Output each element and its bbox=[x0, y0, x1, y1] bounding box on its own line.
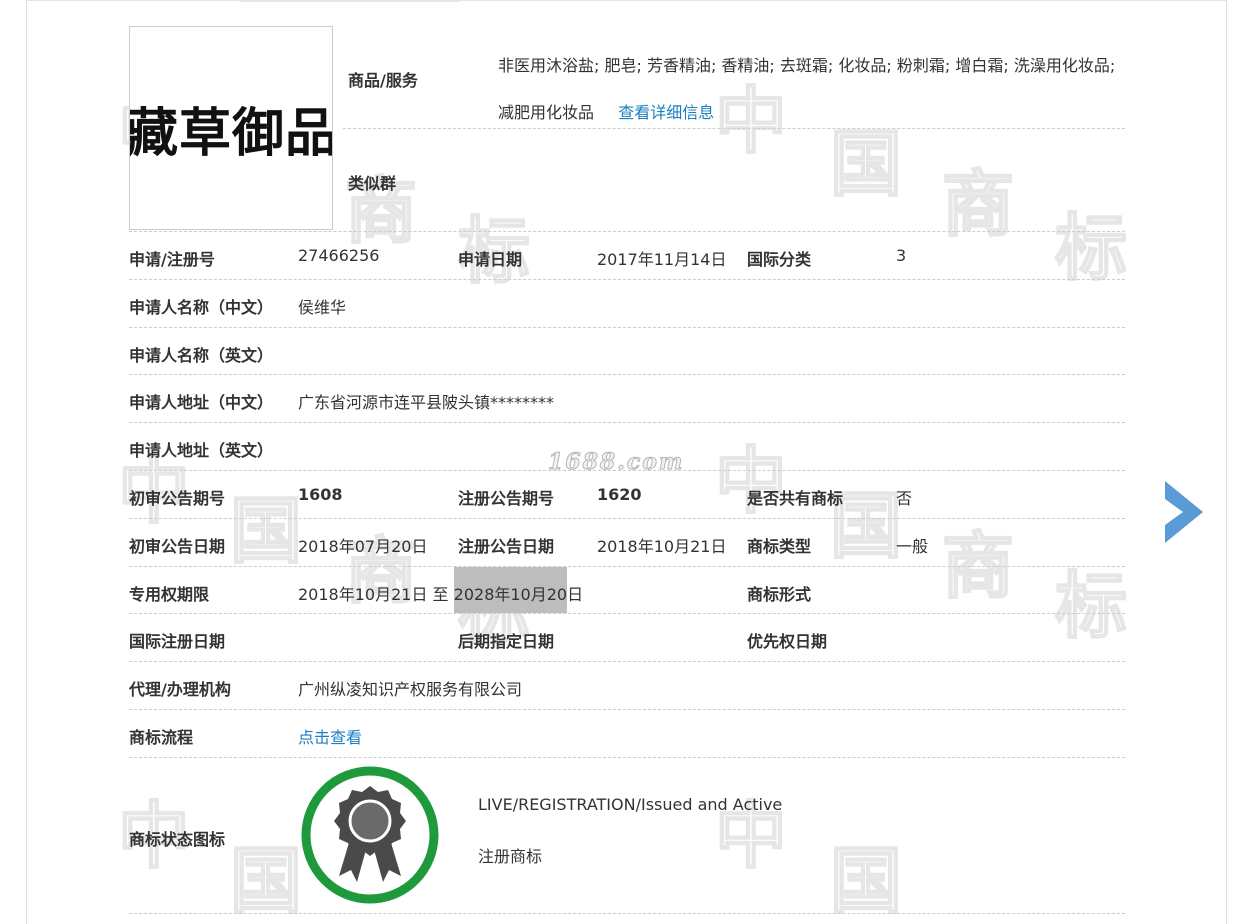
divider bbox=[343, 128, 1125, 129]
reg-announce-no-label: 注册公告期号 bbox=[458, 489, 555, 508]
later-designation-date-label: 后期指定日期 bbox=[458, 632, 555, 651]
process-view-link[interactable]: 点击查看 bbox=[298, 724, 362, 748]
apply-date-label: 申请日期 bbox=[458, 250, 523, 269]
intl-class-value: 3 bbox=[896, 246, 907, 265]
reg-announce-date-label: 注册公告日期 bbox=[458, 537, 555, 556]
divider bbox=[129, 613, 1125, 614]
applicant-name-cn-label: 申请人名称（中文） bbox=[129, 298, 274, 317]
period-start: 2018年10月21日 bbox=[298, 585, 428, 604]
mark-type-value: 一般 bbox=[896, 537, 929, 556]
divider bbox=[129, 913, 1125, 914]
goods-label: 商品/服务 bbox=[348, 71, 418, 90]
apply-date-value: 2017年11月14日 bbox=[597, 250, 727, 269]
shared-mark-label: 是否共有商标 bbox=[747, 489, 844, 508]
goods-list: 非医用沐浴盐; 肥皂; 芳香精油; 香精油; 去斑霜; 化妆品; 粉刺霜; 增白… bbox=[498, 42, 1120, 136]
view-details-link[interactable]: 查看详细信息 bbox=[618, 103, 714, 122]
trademark-logo-text: 藏草御品 bbox=[129, 102, 333, 164]
trademark-image: 藏草御品 bbox=[129, 26, 333, 230]
divider bbox=[129, 231, 1125, 232]
rights-period-label: 专用权期限 bbox=[129, 585, 210, 604]
similar-group-label: 类似群 bbox=[348, 174, 397, 193]
divider bbox=[129, 661, 1125, 662]
next-arrow-shape bbox=[1165, 481, 1203, 543]
goods-items: 非医用沐浴盐; 肥皂; 芳香精油; 香精油; 去斑霜; 化妆品; 粉刺霜; 增白… bbox=[498, 56, 1116, 122]
registered-medal-icon bbox=[301, 766, 439, 904]
prelim-announce-no-value: 1608 bbox=[298, 485, 343, 504]
status-text-cn: 注册商标 bbox=[478, 847, 543, 866]
applicant-address-en-label: 申请人地址（英文） bbox=[129, 441, 274, 460]
divider bbox=[129, 470, 1125, 471]
agent-value: 广州纵凌知识产权服务有限公司 bbox=[298, 680, 523, 699]
medal-center bbox=[348, 799, 392, 843]
prelim-announce-date-label: 初审公告日期 bbox=[129, 537, 226, 556]
divider bbox=[129, 518, 1125, 519]
divider bbox=[129, 327, 1125, 328]
status-icon-label: 商标状态图标 bbox=[129, 830, 226, 849]
intl-reg-date-label: 国际注册日期 bbox=[129, 632, 226, 651]
divider bbox=[129, 709, 1125, 710]
applicant-name-en-label: 申请人名称（英文） bbox=[129, 346, 274, 365]
intl-class-label: 国际分类 bbox=[747, 250, 812, 269]
period-separator: 至 bbox=[432, 585, 449, 604]
rights-period-value: 2018年10月21日 至 2028年10月20日 bbox=[298, 581, 583, 605]
reg-number-value: 27466256 bbox=[298, 246, 380, 265]
applicant-address-cn-value: 广东省河源市连平县陂头镇******** bbox=[298, 393, 555, 412]
divider bbox=[129, 757, 1125, 758]
divider bbox=[129, 279, 1125, 280]
status-text-en: LIVE/REGISTRATION/Issued and Active bbox=[478, 795, 783, 814]
process-label: 商标流程 bbox=[129, 728, 194, 747]
period-end: 2028年10月20日 bbox=[453, 585, 584, 604]
priority-date-label: 优先权日期 bbox=[747, 632, 828, 651]
divider bbox=[129, 566, 1125, 567]
reg-number-label: 申请/注册号 bbox=[129, 250, 215, 269]
top-divider bbox=[240, 0, 460, 2]
divider bbox=[129, 422, 1125, 423]
next-arrow-icon[interactable] bbox=[1163, 481, 1203, 543]
applicant-name-cn-value: 侯维华 bbox=[298, 298, 347, 317]
reg-announce-no-value: 1620 bbox=[597, 485, 642, 504]
mark-form-label: 商标形式 bbox=[747, 585, 812, 604]
reg-announce-date-value: 2018年10月21日 bbox=[597, 537, 727, 556]
mark-type-label: 商标类型 bbox=[747, 537, 812, 556]
agent-label: 代理/办理机构 bbox=[129, 680, 231, 699]
divider bbox=[129, 374, 1125, 375]
prelim-announce-date-value: 2018年07月20日 bbox=[298, 537, 428, 556]
prelim-announce-no-label: 初审公告期号 bbox=[129, 489, 226, 508]
shared-mark-value: 否 bbox=[896, 489, 913, 508]
applicant-address-cn-label: 申请人地址（中文） bbox=[129, 393, 274, 412]
